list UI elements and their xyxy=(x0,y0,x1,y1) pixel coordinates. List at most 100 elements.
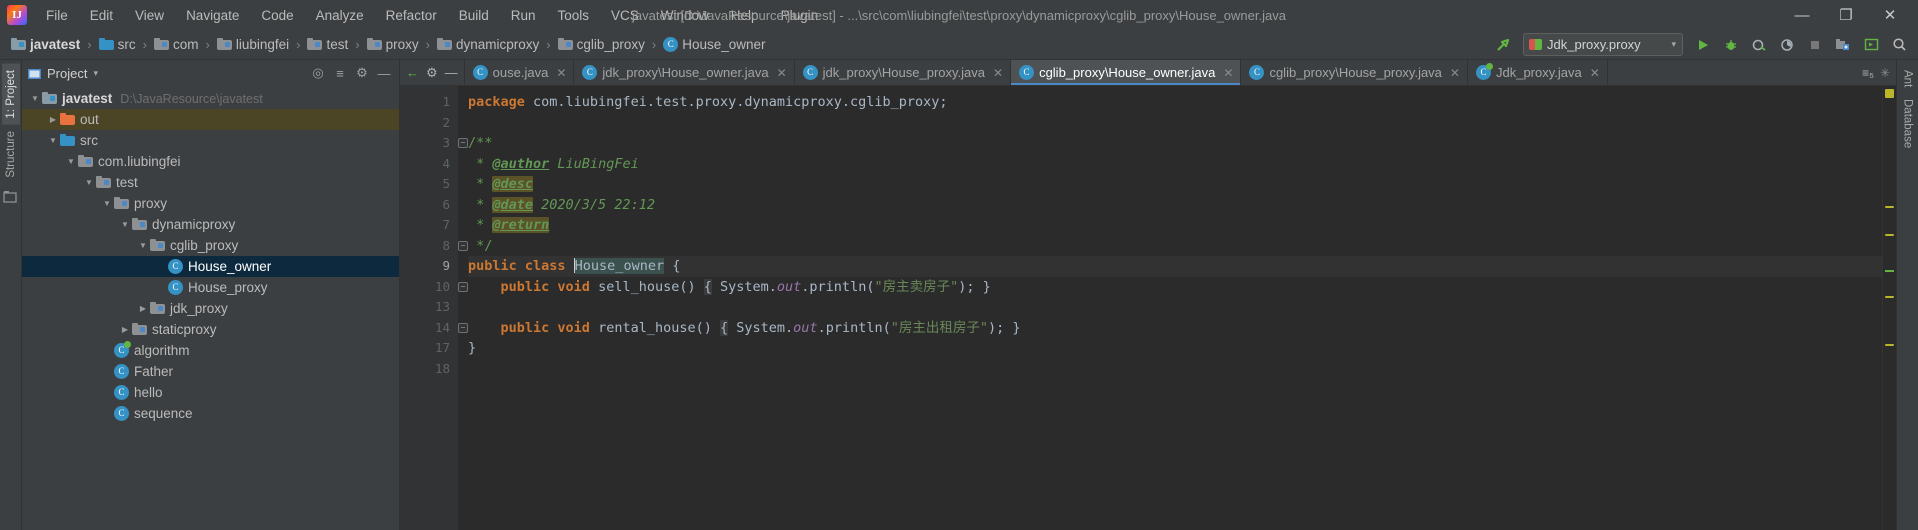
settings-gear-icon[interactable]: ⚙ xyxy=(426,65,438,81)
tree-node-algorithm[interactable]: Calgorithm xyxy=(22,340,399,361)
editor-tab-jdk-proxy-house-proxy-java[interactable]: Cjdk_proxy\House_proxy.java ✕ xyxy=(795,60,1012,85)
chevron-down-icon[interactable]: ▼ xyxy=(100,199,114,208)
tool-window-ant[interactable]: Ant xyxy=(1899,64,1917,93)
menu-item-code[interactable]: Code xyxy=(250,4,304,27)
error-stripe-mark-warn[interactable] xyxy=(1885,296,1894,298)
code-line[interactable]: public void rental_house() { System.out.… xyxy=(468,318,1882,339)
tree-node-house-owner[interactable]: C House_owner xyxy=(22,256,399,277)
favorites-icon[interactable] xyxy=(2,190,19,206)
editor-tab-jdk-proxy-java[interactable]: C Jdk_proxy.java ✕ xyxy=(1468,60,1608,85)
profile-button[interactable] xyxy=(1774,33,1800,57)
editor-tab-cglib-proxy-house-owner-java[interactable]: Ccglib_proxy\House_owner.java ✕ xyxy=(1011,60,1242,85)
editor-tab-ouse-java[interactable]: Couse.java ✕ xyxy=(465,60,575,85)
menu-item-build[interactable]: Build xyxy=(448,4,500,27)
code-line[interactable] xyxy=(468,113,1882,134)
breadcrumb-item-liubingfei[interactable]: liubingfei xyxy=(214,35,292,54)
tree-node-staticproxy[interactable]: ▶ staticproxy xyxy=(22,319,399,340)
code-line[interactable]: package com.liubingfei.test.proxy.dynami… xyxy=(468,92,1882,113)
code-line[interactable]: public class House_owner { xyxy=(468,256,1882,277)
breadcrumb-item-dynamicproxy[interactable]: dynamicproxy xyxy=(434,35,542,54)
stop-button[interactable] xyxy=(1802,33,1828,57)
chevron-right-icon[interactable]: ▶ xyxy=(46,115,60,124)
locate-file-icon[interactable]: ◎ xyxy=(308,63,328,83)
tree-node-src[interactable]: ▼ src xyxy=(22,130,399,151)
tree-node-out[interactable]: ▶ out xyxy=(22,109,399,130)
code-line[interactable]: * @return xyxy=(468,215,1882,236)
close-tab-icon[interactable]: ✕ xyxy=(777,66,787,80)
code-line[interactable]: /** xyxy=(468,133,1882,154)
search-everywhere-button[interactable] xyxy=(1886,33,1912,57)
tree-node-hello[interactable]: Chello xyxy=(22,382,399,403)
code-line[interactable]: * @date 2020/3/5 22:12 xyxy=(468,195,1882,216)
close-button[interactable]: ✕ xyxy=(1868,0,1912,30)
hide-tabs-icon[interactable]: — xyxy=(445,65,458,80)
tree-node-proxy[interactable]: ▼ proxy xyxy=(22,193,399,214)
error-stripe-mark-warn[interactable] xyxy=(1885,344,1894,346)
code-line[interactable] xyxy=(468,359,1882,380)
breadcrumb-item-com[interactable]: com xyxy=(151,35,202,54)
menu-item-help[interactable]: Help xyxy=(720,4,770,27)
breadcrumb-item-proxy[interactable]: proxy xyxy=(364,35,422,54)
breadcrumb-item-cglib-proxy[interactable]: cglib_proxy xyxy=(555,35,648,54)
breadcrumb-item-src[interactable]: src xyxy=(96,35,139,54)
chevron-down-icon[interactable]: ▼ xyxy=(28,94,42,103)
menu-item-plugin[interactable]: Plugin xyxy=(770,4,830,27)
code-line[interactable]: * @desc xyxy=(468,174,1882,195)
chevron-down-icon[interactable]: ▼ xyxy=(136,241,150,250)
breadcrumb-item-house-owner[interactable]: C House_owner xyxy=(660,35,768,54)
menu-item-file[interactable]: File xyxy=(35,4,79,27)
code-line[interactable]: } xyxy=(468,338,1882,359)
tab-overflow[interactable]: ≡₅ ✳ xyxy=(1856,60,1896,85)
run-configuration-selector[interactable]: Jdk_proxy.proxy ▾ xyxy=(1523,33,1683,56)
code-line[interactable]: */ xyxy=(468,236,1882,257)
build-project-button[interactable] xyxy=(1490,33,1516,57)
code-line[interactable] xyxy=(468,297,1882,318)
settings-gear-icon[interactable]: ⚙ xyxy=(352,63,372,83)
code-content[interactable]: package com.liubingfei.test.proxy.dynami… xyxy=(458,86,1882,530)
chevron-down-icon[interactable]: ▼ xyxy=(82,178,96,187)
error-stripe-mark-warn[interactable] xyxy=(1885,234,1894,236)
maximize-button[interactable]: ❐ xyxy=(1824,0,1868,30)
tab-list-icon[interactable]: ≡₅ xyxy=(1862,66,1874,80)
menu-item-vcs[interactable]: VCS xyxy=(600,4,650,27)
breadcrumb-item-test[interactable]: test xyxy=(304,35,351,54)
tree-node-cglib-proxy[interactable]: ▼ cglib_proxy xyxy=(22,235,399,256)
tool-window-structure[interactable]: Structure xyxy=(2,125,20,184)
tree-node-javatest[interactable]: ▼ javatest D:\JavaResource\javatest xyxy=(22,88,399,109)
select-run-config-button[interactable] xyxy=(1858,33,1884,57)
debug-button[interactable] xyxy=(1718,33,1744,57)
menu-item-navigate[interactable]: Navigate xyxy=(175,4,250,27)
minimize-button[interactable]: — xyxy=(1780,0,1824,30)
update-project-button[interactable] xyxy=(1830,33,1856,57)
error-stripe[interactable] xyxy=(1882,86,1896,530)
error-stripe-mark-warn[interactable] xyxy=(1885,206,1894,208)
tree-node-house-proxy[interactable]: C House_proxy xyxy=(22,277,399,298)
menu-item-window[interactable]: Window xyxy=(650,4,720,27)
breadcrumb-item-javatest[interactable]: javatest xyxy=(8,35,83,54)
chevron-right-icon[interactable]: ▶ xyxy=(118,325,132,334)
tree-node-com-liubingfei[interactable]: ▼ com.liubingfei xyxy=(22,151,399,172)
chevron-down-icon[interactable]: ▾ xyxy=(93,68,98,79)
chevron-down-icon[interactable]: ▼ xyxy=(118,220,132,229)
tree-node-jdk-proxy[interactable]: ▶ jdk_proxy xyxy=(22,298,399,319)
error-stripe-mark-ok[interactable] xyxy=(1885,270,1894,272)
close-tab-icon[interactable]: ✕ xyxy=(556,66,566,80)
tree-node-test[interactable]: ▼ test xyxy=(22,172,399,193)
close-tab-icon[interactable]: ✕ xyxy=(993,66,1003,80)
menu-item-view[interactable]: View xyxy=(124,4,175,27)
chevron-right-icon[interactable]: ▶ xyxy=(136,304,150,313)
chevron-down-icon[interactable]: ▼ xyxy=(64,157,78,166)
menu-item-analyze[interactable]: Analyze xyxy=(305,4,375,27)
tree-node-father[interactable]: C Father xyxy=(22,361,399,382)
close-tab-icon[interactable]: ✕ xyxy=(1223,66,1233,80)
editor-tab-cglib-proxy-house-proxy-java[interactable]: Ccglib_proxy\House_proxy.java ✕ xyxy=(1241,60,1468,85)
error-stripe-mark-warn[interactable] xyxy=(1885,90,1894,92)
collapse-all-icon[interactable]: ≡ xyxy=(330,63,350,83)
hide-panel-icon[interactable]: — xyxy=(374,63,394,83)
tool-window-database[interactable]: Database xyxy=(1899,93,1917,154)
tree-node-sequence[interactable]: Csequence xyxy=(22,403,399,424)
chevron-down-icon[interactable]: ▼ xyxy=(46,136,60,145)
close-tab-icon[interactable]: ✕ xyxy=(1450,66,1460,80)
code-editor[interactable]: 1 2 3−4 5 6 7 8−9 10−13 14−17 18 package com.liub… xyxy=(400,86,1896,530)
tab-star-icon[interactable]: ✳ xyxy=(1880,66,1890,80)
